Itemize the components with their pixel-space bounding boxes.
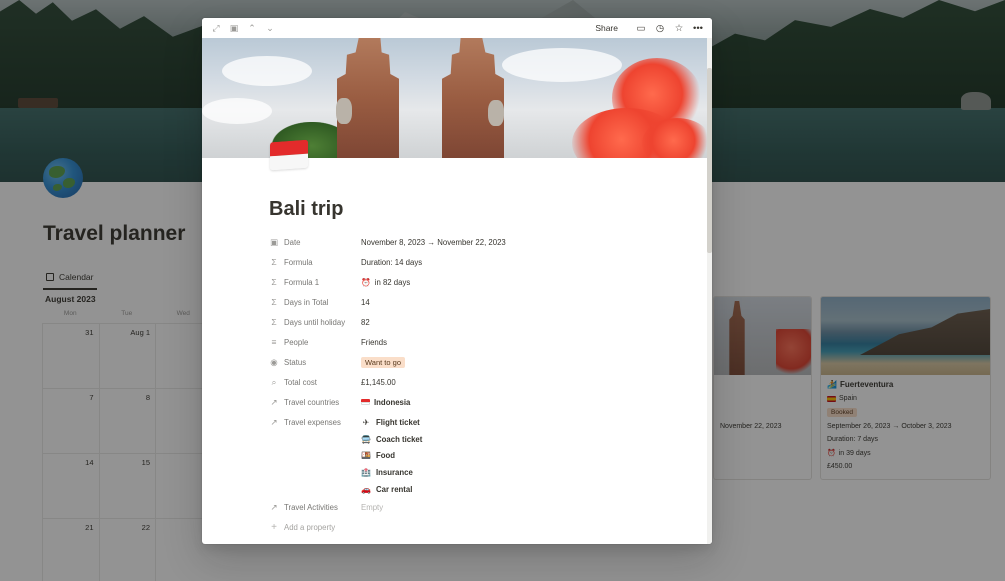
property-people[interactable]: ≡ People Friends bbox=[269, 332, 689, 352]
text-lines-icon: ≡ bbox=[271, 337, 277, 347]
relation-arrow-icon: ↗ bbox=[270, 396, 278, 407]
property-value[interactable]: 14 bbox=[361, 292, 689, 312]
relation-link-food[interactable]: 🍱 Food bbox=[361, 448, 689, 465]
property-status[interactable]: ◉ Status Want to go bbox=[269, 352, 689, 372]
modal-topbar: ⤢ ▣ ⌃ ⌄ Share ▭ ◷ ☆ ••• bbox=[202, 18, 712, 38]
cover-stone-ornament bbox=[488, 100, 504, 126]
cover-gate-right bbox=[442, 38, 504, 158]
property-value[interactable]: Friends bbox=[361, 332, 689, 352]
insurance-icon: 🏥 bbox=[361, 468, 371, 478]
property-value: in 82 days bbox=[374, 277, 411, 287]
property-name: Days in Total bbox=[284, 297, 329, 307]
comment-icon[interactable]: ▭ bbox=[635, 22, 647, 34]
indonesia-flag-icon[interactable] bbox=[270, 139, 308, 171]
property-name: Travel expenses bbox=[284, 417, 341, 427]
relation-label: Car rental bbox=[376, 485, 413, 495]
status-badge[interactable]: Want to go bbox=[361, 356, 405, 368]
relation-label: Coach ticket bbox=[376, 434, 423, 444]
property-name: Formula 1 bbox=[284, 277, 320, 287]
relation-link-flight-ticket[interactable]: ✈ Flight ticket bbox=[361, 414, 689, 431]
property-name: Total cost bbox=[284, 377, 317, 387]
cover-flower bbox=[642, 118, 707, 158]
relation-arrow-icon: ↗ bbox=[270, 502, 278, 513]
property-name: People bbox=[284, 337, 309, 347]
property-name: Travel countries bbox=[284, 397, 340, 407]
property-value[interactable]: 82 bbox=[361, 312, 689, 332]
sigma-icon: Σ bbox=[271, 277, 277, 287]
scrollbar-thumb[interactable] bbox=[707, 68, 712, 253]
airplane-icon: ✈ bbox=[362, 417, 370, 427]
property-name: Formula bbox=[284, 257, 313, 267]
bus-icon: 🚍 bbox=[361, 434, 371, 444]
sigma-icon: Σ bbox=[271, 317, 277, 327]
relation-link-indonesia[interactable]: Indonesia bbox=[374, 398, 410, 407]
property-value-empty[interactable]: Empty bbox=[361, 498, 689, 518]
chevron-down-icon[interactable]: ⌄ bbox=[264, 22, 276, 34]
property-days-in-total[interactable]: Σ Days in Total 14 bbox=[269, 292, 689, 312]
relation-label: Flight ticket bbox=[376, 417, 420, 427]
relation-label: Insurance bbox=[376, 468, 413, 478]
property-total-cost[interactable]: ⌕ Total cost £1,145.00 bbox=[269, 372, 689, 392]
chevron-up-icon[interactable]: ⌃ bbox=[246, 22, 258, 34]
sigma-icon: Σ bbox=[271, 257, 277, 267]
search-icon: ⌕ bbox=[271, 376, 277, 387]
plus-icon: + bbox=[271, 522, 277, 534]
more-options-icon[interactable]: ••• bbox=[692, 22, 704, 34]
property-date[interactable]: ▣ Date November 8, 2023 → November 22, 20… bbox=[269, 232, 689, 252]
property-formula-1[interactable]: Σ Formula 1 ⏰ in 82 days bbox=[269, 272, 689, 292]
cover-cloud bbox=[222, 56, 312, 86]
property-travel-countries[interactable]: ↗ Travel countries Indonesia bbox=[269, 392, 689, 412]
property-name: Status bbox=[284, 357, 307, 367]
property-name: Travel Activities bbox=[284, 503, 338, 513]
indonesia-flag-icon bbox=[361, 399, 370, 405]
relation-arrow-icon: ↗ bbox=[270, 416, 278, 427]
calendar-icon: ▣ bbox=[269, 236, 279, 247]
relation-link-coach-ticket[interactable]: 🚍 Coach ticket bbox=[361, 431, 689, 448]
add-property-label: Add a property bbox=[284, 523, 336, 533]
property-value[interactable]: £1,145.00 bbox=[361, 372, 689, 392]
expand-icon[interactable]: ⤢ bbox=[210, 22, 222, 34]
history-clock-icon[interactable]: ◷ bbox=[654, 22, 666, 34]
property-value[interactable]: Duration: 14 days bbox=[361, 252, 689, 272]
status-icon: ◉ bbox=[270, 356, 278, 367]
modal-scrollbar[interactable] bbox=[707, 38, 712, 544]
relation-link-insurance[interactable]: 🏥 Insurance bbox=[361, 464, 689, 481]
property-days-until-holiday[interactable]: Σ Days until holiday 82 bbox=[269, 312, 689, 332]
page-title-bali-trip[interactable]: Bali trip bbox=[269, 198, 343, 221]
share-button[interactable]: Share bbox=[595, 23, 618, 33]
page-cover-bali-temple[interactable] bbox=[202, 38, 707, 158]
star-icon[interactable]: ☆ bbox=[673, 22, 685, 34]
cover-stone-ornament bbox=[336, 98, 352, 124]
car-icon: 🚗 bbox=[361, 485, 371, 495]
property-travel-expenses[interactable]: ↗ Travel expenses ✈ Flight ticket 🚍 Coach t… bbox=[269, 412, 689, 498]
alarm-clock-icon: ⏰ bbox=[361, 277, 371, 287]
property-formula[interactable]: Σ Formula Duration: 14 days bbox=[269, 252, 689, 272]
cover-cloud bbox=[502, 48, 622, 82]
property-name: Date bbox=[284, 237, 301, 247]
relation-label: Food bbox=[376, 451, 396, 461]
cover-cloud bbox=[202, 98, 272, 124]
page-peek-modal: ⤢ ▣ ⌃ ⌄ Share ▭ ◷ ☆ ••• Bali trip ▣ Date … bbox=[202, 18, 712, 544]
expense-relation-list: ✈ Flight ticket 🚍 Coach ticket 🍱 Food 🏥 Insu… bbox=[361, 412, 689, 498]
add-property-button[interactable]: + Add a property bbox=[269, 518, 689, 538]
property-value[interactable]: November 8, 2023 → November 22, 2023 bbox=[361, 232, 689, 252]
relation-link-car-rental[interactable]: 🚗 Car rental bbox=[361, 481, 689, 498]
property-list: ▣ Date November 8, 2023 → November 22, 20… bbox=[269, 232, 689, 538]
food-icon: 🍱 bbox=[361, 451, 371, 461]
property-travel-activities[interactable]: ↗ Travel Activities Empty bbox=[269, 498, 689, 518]
property-name: Days until holiday bbox=[284, 317, 346, 327]
open-side-icon[interactable]: ▣ bbox=[228, 22, 240, 34]
sigma-icon: Σ bbox=[271, 297, 277, 307]
